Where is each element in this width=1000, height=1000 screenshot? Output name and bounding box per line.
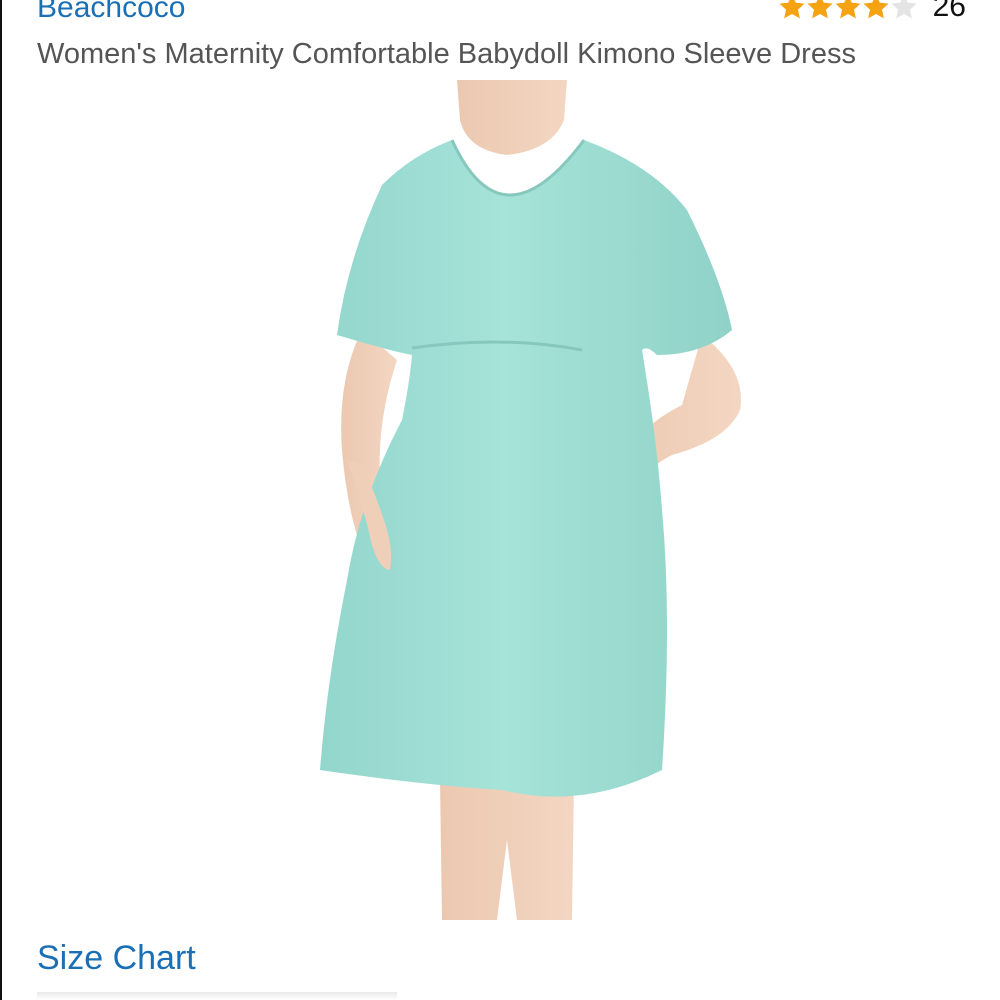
star-full-icon <box>807 0 833 19</box>
star-empty-icon <box>891 0 917 19</box>
star-full-icon <box>863 0 889 19</box>
rating-summary[interactable]: 26 <box>779 0 966 28</box>
product-image[interactable] <box>302 80 762 920</box>
rating-count[interactable]: 26 <box>933 0 966 28</box>
model-legs <box>440 780 574 920</box>
star-full-icon <box>779 0 805 19</box>
star-full-icon <box>835 0 861 19</box>
brand-link[interactable]: Beachcoco <box>37 0 185 28</box>
product-title: Women's Maternity Comfortable Babydoll K… <box>37 38 856 70</box>
product-detail-page: Beachcoco 26 Women's Maternity Comfortab… <box>0 0 1000 1000</box>
size-chart-link[interactable]: Size Chart <box>37 936 196 980</box>
star-rating <box>779 0 919 22</box>
next-content-fade <box>37 992 397 1000</box>
dress-body <box>320 140 732 797</box>
model-neck <box>457 80 567 155</box>
